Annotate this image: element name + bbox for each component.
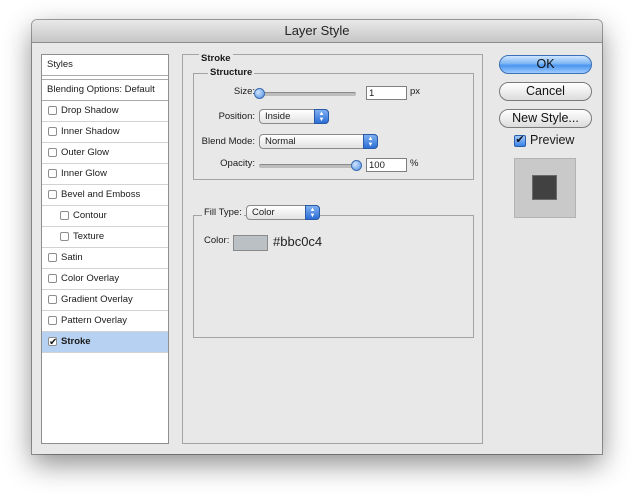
style-item-color-overlay[interactable]: Color Overlay (42, 269, 168, 290)
style-item-contour[interactable]: Contour (42, 206, 168, 227)
style-item-label: Gradient Overlay (61, 294, 133, 305)
opacity-slider-thumb[interactable] (351, 160, 362, 171)
ok-button[interactable]: OK (499, 55, 592, 74)
blend-mode-label: Blend Mode: (201, 136, 255, 147)
opacity-input[interactable]: 100 (366, 158, 407, 172)
layer-style-dialog: Layer Style Styles Blending Options: Def… (32, 20, 602, 454)
style-checkbox[interactable] (48, 295, 57, 304)
style-checkbox[interactable] (48, 169, 57, 178)
style-checkbox[interactable] (48, 316, 57, 325)
style-item-label: Pattern Overlay (61, 315, 127, 326)
style-item-stroke[interactable]: Stroke (42, 332, 168, 353)
style-item-label: Color Overlay (61, 273, 120, 284)
opacity-unit: % (410, 158, 419, 169)
style-item-inner-glow[interactable]: Inner Glow (42, 164, 168, 185)
style-item-label: Bevel and Emboss (61, 189, 141, 200)
styles-header[interactable]: Styles (42, 55, 168, 76)
style-item-label: Inner Glow (61, 168, 107, 179)
opacity-slider-track[interactable] (259, 164, 356, 168)
position-select[interactable]: Inside ▲ ▼ (259, 109, 329, 124)
style-item-inner-shadow[interactable]: Inner Shadow (42, 122, 168, 143)
effects-list: Drop Shadow Inner Shadow Outer Glow Inner G… (42, 101, 168, 353)
color-swatch[interactable] (233, 235, 268, 251)
style-checkbox[interactable] (48, 190, 57, 199)
style-item-label: Outer Glow (61, 147, 110, 158)
blending-options-item[interactable]: Blending Options: Default (42, 79, 168, 101)
preview-checkbox[interactable]: ✔ (514, 135, 526, 147)
style-item-pattern-overlay[interactable]: Pattern Overlay (42, 311, 168, 332)
style-item-label: Inner Shadow (61, 126, 120, 137)
style-item-label: Stroke (61, 336, 91, 347)
preview-square (532, 175, 557, 200)
style-item-satin[interactable]: Satin (42, 248, 168, 269)
blend-mode-value: Normal (265, 136, 296, 147)
structure-title: Structure (208, 67, 255, 78)
style-checkbox[interactable] (48, 106, 57, 115)
window-title: Layer Style (32, 20, 602, 43)
fill-type-select[interactable]: Color ▲ ▼ (246, 205, 320, 220)
style-checkbox[interactable] (48, 127, 57, 136)
style-checkbox[interactable] (60, 211, 69, 220)
cancel-button[interactable]: Cancel (499, 82, 592, 101)
blend-mode-select[interactable]: Normal ▲ ▼ (259, 134, 378, 149)
style-item-label: Drop Shadow (61, 105, 119, 116)
stroke-settings-panel: Stroke Structure Size: 1 px Position: In… (182, 53, 483, 444)
style-item-drop-shadow[interactable]: Drop Shadow (42, 101, 168, 122)
style-checkbox[interactable] (60, 232, 69, 241)
preview-label: Preview (530, 133, 575, 147)
popup-arrows-icon: ▲ ▼ (363, 134, 378, 149)
position-value: Inside (265, 111, 291, 122)
position-label: Position: (218, 111, 255, 122)
popup-arrows-icon: ▲ ▼ (305, 205, 320, 220)
size-slider-thumb[interactable] (254, 88, 265, 99)
fill-type-label: Fill Type: (202, 207, 244, 218)
style-checkbox[interactable] (48, 253, 57, 262)
stroke-section-title: Stroke (199, 53, 233, 64)
style-checkbox[interactable] (48, 274, 57, 283)
popup-arrows-icon: ▲ ▼ (314, 109, 329, 124)
fill-type-group: Fill Type: Color ▲ ▼ Color: #bbc0c4 (193, 205, 474, 338)
style-item-texture[interactable]: Texture (42, 227, 168, 248)
fill-type-value: Color (252, 207, 275, 218)
style-item-label: Satin (61, 252, 83, 263)
style-checkbox[interactable] (48, 333, 57, 353)
opacity-label: Opacity: (220, 158, 255, 169)
style-item-label: Contour (73, 210, 107, 221)
structure-group: Structure Size: 1 px Position: Inside ▲ ▼… (193, 67, 474, 180)
color-hex-value: #bbc0c4 (273, 234, 323, 249)
style-item-label: Texture (73, 231, 105, 242)
style-item-outer-glow[interactable]: Outer Glow (42, 143, 168, 164)
style-preview-thumbnail (514, 158, 576, 218)
size-label: Size: (233, 86, 255, 97)
size-input[interactable]: 1 (366, 86, 407, 100)
style-checkbox[interactable] (48, 148, 57, 157)
style-item-gradient-overlay[interactable]: Gradient Overlay (42, 290, 168, 311)
style-item-bevel-and-emboss[interactable]: Bevel and Emboss (42, 185, 168, 206)
color-label: Color: (204, 235, 230, 246)
new-style-button[interactable]: New Style... (499, 109, 592, 128)
size-unit: px (410, 86, 421, 97)
size-slider-track[interactable] (259, 92, 356, 96)
styles-list: Styles Blending Options: Default Drop Sh… (41, 54, 169, 444)
